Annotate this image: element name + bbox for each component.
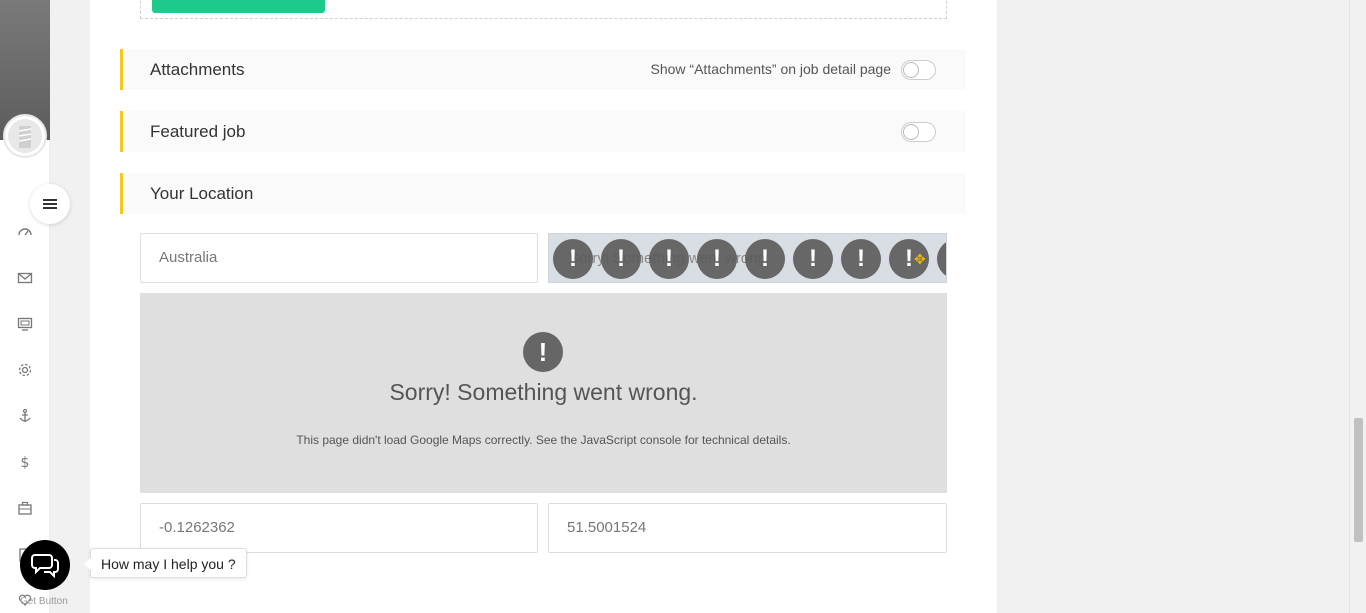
featured-job-section: Featured job (120, 111, 966, 152)
map-search-input[interactable]: Sorry! Something went wrong. ! ! ! ! ! !… (548, 233, 947, 283)
location-title: Your Location (150, 184, 254, 203)
gear-icon[interactable] (15, 360, 35, 380)
featured-job-toggle[interactable] (901, 122, 936, 142)
dollar-icon[interactable]: $ (15, 452, 35, 472)
anchor-icon[interactable] (15, 406, 35, 426)
toggle-knob (903, 62, 919, 78)
mail-icon[interactable] (15, 268, 35, 288)
map-error-description: This page didn't load Google Maps correc… (296, 433, 791, 447)
getbutton-link[interactable]: Get Button (20, 596, 68, 607)
error-icon: ! (601, 239, 641, 279)
error-icon: ! (745, 239, 785, 279)
map-container: ! Sorry! Something went wrong. This page… (140, 293, 947, 493)
error-icon: ! (553, 239, 593, 279)
menu-toggle-button[interactable] (30, 184, 70, 224)
attachments-section: Attachments Show “Attachments” on job de… (120, 49, 966, 90)
error-icon: ! (697, 239, 737, 279)
scrollbar-thumb[interactable] (1354, 418, 1363, 542)
location-pin-icon: ✥ (914, 251, 926, 267)
map-error-title: Sorry! Something went wrong. (389, 379, 698, 405)
menu-icon (43, 199, 57, 209)
monitor-icon[interactable] (15, 314, 35, 334)
attachments-toggle[interactable] (901, 60, 936, 80)
toggle-knob (903, 124, 919, 140)
location-section: Your Location (120, 173, 966, 214)
chat-greeting-bubble[interactable]: How may I help you ? (84, 548, 247, 578)
attachments-title: Attachments (150, 60, 245, 79)
job-form-panel: Attachments Show “Attachments” on job de… (90, 0, 997, 613)
upload-button[interactable] (152, 0, 325, 13)
chat-button[interactable] (20, 540, 70, 590)
sidebar: $ (0, 0, 50, 613)
page-scrollbar[interactable] (1349, 0, 1366, 613)
latitude-input[interactable]: 51.5001524 (548, 503, 947, 553)
dashboard-icon[interactable] (15, 222, 35, 242)
map-error-icon: ! (523, 332, 563, 372)
error-icon: ! (841, 239, 881, 279)
error-icon: ! (937, 239, 946, 279)
featured-job-title: Featured job (150, 122, 246, 141)
svg-text:$: $ (21, 455, 30, 470)
logo[interactable] (3, 114, 47, 158)
error-icon: ! (649, 239, 689, 279)
error-icon: ! (793, 239, 833, 279)
longitude-input[interactable]: -0.1262362 (140, 503, 538, 553)
country-input[interactable]: Australia (140, 233, 538, 283)
chat-icon (31, 554, 59, 578)
briefcase-icon[interactable] (15, 498, 35, 518)
attachments-visibility-label: Show “Attachments” on job detail page (650, 61, 891, 77)
logo-image (8, 119, 42, 153)
